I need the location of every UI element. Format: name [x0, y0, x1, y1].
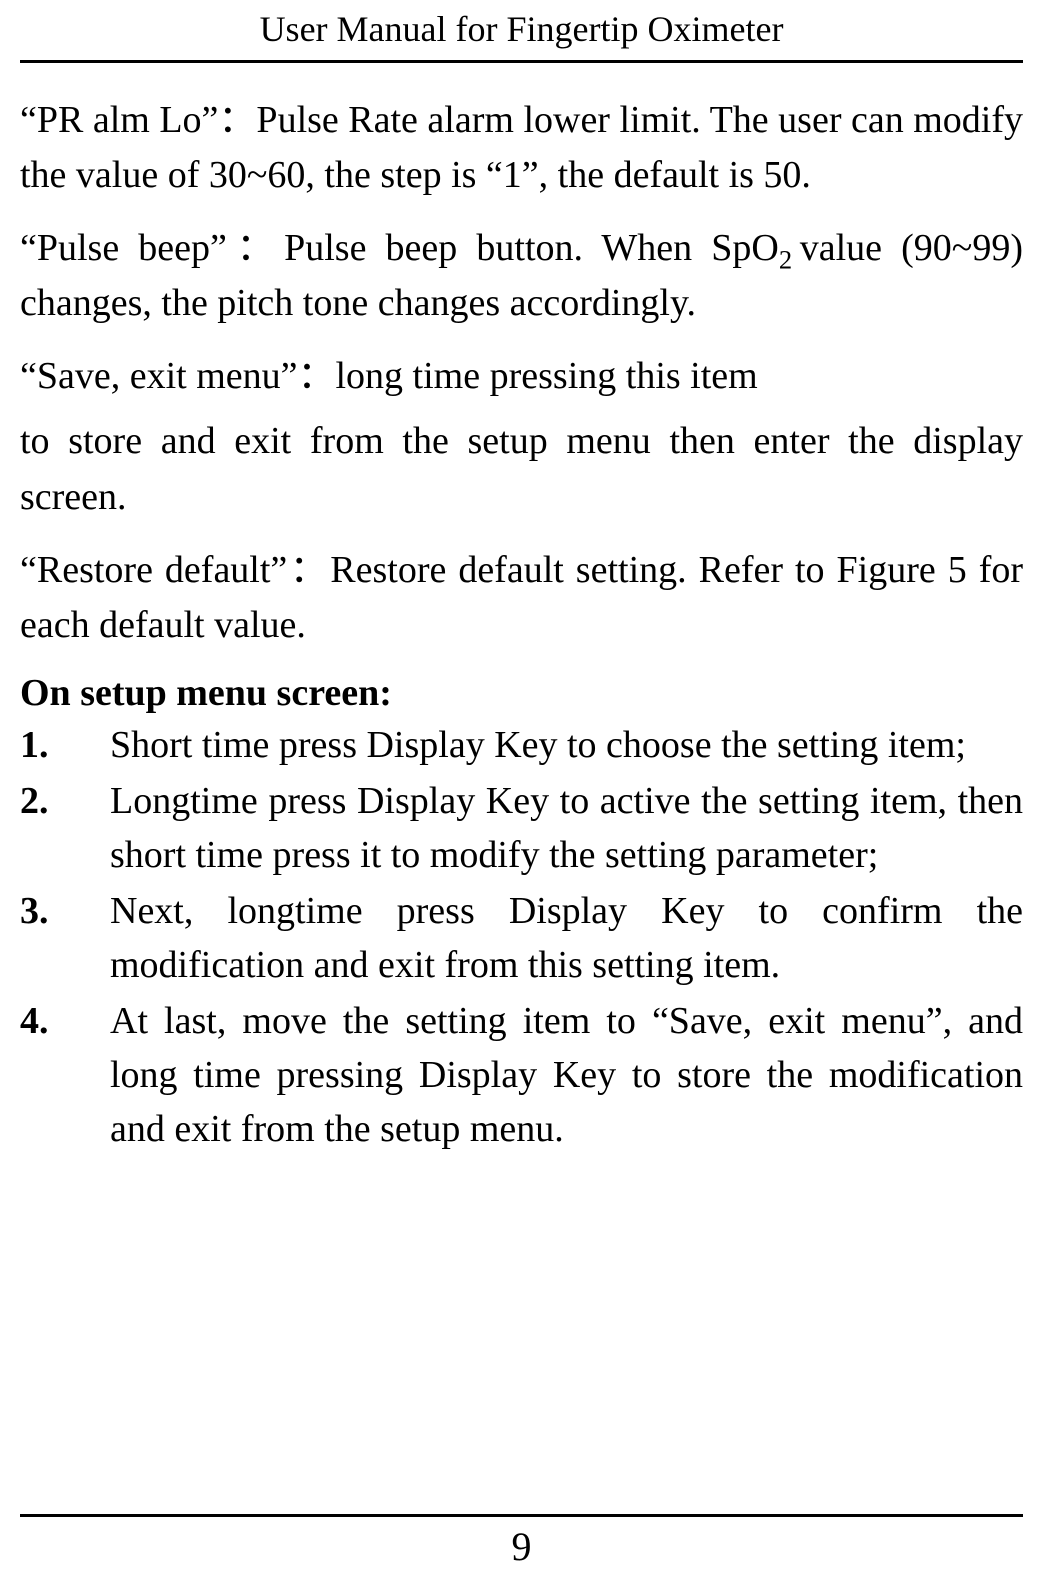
list-number: 2. — [20, 775, 110, 883]
section-heading: On setup menu screen: — [20, 671, 1023, 715]
paragraph-save-exit-1: “Save, exit menu”：long time pressing thi… — [20, 349, 1023, 404]
list-item: 4. At last, move the setting item to “Sa… — [20, 995, 1023, 1157]
paragraph-save-exit-2: to store and exit from the setup menu th… — [20, 414, 1023, 524]
list-number: 1. — [20, 719, 110, 773]
setup-steps-list: 1. Short time press Display Key to choos… — [20, 719, 1023, 1157]
list-item: 3. Next, longtime press Display Key to c… — [20, 885, 1023, 993]
list-item: 2. Longtime press Display Key to active … — [20, 775, 1023, 883]
page-content: “PR alm Lo”：Pulse Rate alarm lower limit… — [0, 63, 1043, 1156]
list-text: Next, longtime press Display Key to conf… — [110, 885, 1023, 993]
pulse-beep-text-pre: “Pulse beep”：Pulse beep button. When SpO — [20, 227, 779, 269]
list-text: Longtime press Display Key to active the… — [110, 775, 1023, 883]
list-item: 1. Short time press Display Key to choos… — [20, 719, 1023, 773]
paragraph-pulse-beep: “Pulse beep”：Pulse beep button. When SpO… — [20, 221, 1023, 331]
page-number: 9 — [512, 1524, 532, 1569]
page-header: User Manual for Fingertip Oximeter — [20, 0, 1023, 63]
paragraph-restore-default: “Restore default”：Restore default settin… — [20, 543, 1023, 653]
paragraph-pr-alm-lo: “PR alm Lo”：Pulse Rate alarm lower limit… — [20, 93, 1023, 203]
list-number: 3. — [20, 885, 110, 993]
header-title: User Manual for Fingertip Oximeter — [260, 9, 784, 49]
list-text: Short time press Display Key to choose t… — [110, 719, 1023, 773]
page-footer: 9 — [20, 1514, 1023, 1570]
list-number: 4. — [20, 995, 110, 1157]
list-text: At last, move the setting item to “Save,… — [110, 995, 1023, 1157]
spo2-subscript: 2 — [779, 245, 792, 275]
